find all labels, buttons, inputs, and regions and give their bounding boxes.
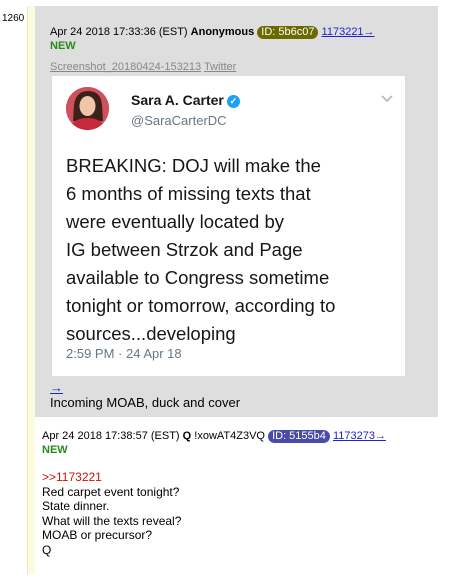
poster-name: Anonymous [190,26,255,38]
tweet-text: BREAKING: DOJ will make the 6 months of … [66,155,336,344]
file-link-screenshot[interactable]: Screenshot_20180424-153213 [50,61,201,73]
quote-link[interactable]: >>1173221 [42,470,181,485]
reply-link[interactable]: 1173273→ [333,430,386,442]
post-1173273: Apr 24 2018 17:33:36 (EST) Anonymous ID:… [35,6,438,417]
message-line: Q [42,542,52,557]
tweet-author-name-text: Sara A. Carter [131,92,224,108]
avatar [66,87,109,130]
tripcode: !xowAT4Z3VQ [194,430,265,442]
post-number: 1260 [2,13,25,24]
verified-check-icon: ✓ [226,95,240,108]
poster-name: Q [182,430,192,442]
post-date: Apr 24 2018 17:38:57 (EST) [42,430,180,442]
tweet-image[interactable]: Sara A. Carter ✓ @SaraCarterDC BREAKING: … [52,76,405,376]
tweet-timestamp: 2:59 PM · 24 Apr 18 [66,346,182,361]
chevron-down-icon [381,92,393,106]
tweet-handle: @SaraCarterDC [131,113,227,128]
poster-id-badge[interactable]: ID: 5b6c07 [257,26,319,39]
file-link-twitter[interactable]: Twitter [204,61,236,73]
post-date: Apr 24 2018 17:33:36 (EST) [50,26,188,38]
post-message: Incoming MOAB, duck and cover [50,395,241,410]
thread-sidebar [27,6,35,574]
poster-id-badge[interactable]: ID: 5155b4 [268,430,330,443]
expand-arrow-link[interactable]: → [50,380,63,395]
reply-link[interactable]: 1173221→ [322,26,375,38]
new-label: NEW [50,40,76,52]
file-links: Screenshot_20180424-153213 Twitter [50,61,236,73]
tweet-author-name: Sara A. Carter ✓ [131,92,240,108]
new-label: NEW [42,444,68,456]
message-line: State dinner. [42,499,110,513]
message-line: MOAB or precursor? [42,528,153,542]
post-message: >>1173221 Red carpet event tonight? Stat… [42,470,181,557]
message-line: What will the texts reveal? [42,513,182,528]
post-header: Apr 24 2018 17:33:36 (EST) Anonymous ID:… [50,26,375,39]
post-header: Apr 24 2018 17:38:57 (EST) Q !xowAT4Z3VQ… [42,430,386,443]
message-line: Red carpet event tonight? [42,484,180,499]
